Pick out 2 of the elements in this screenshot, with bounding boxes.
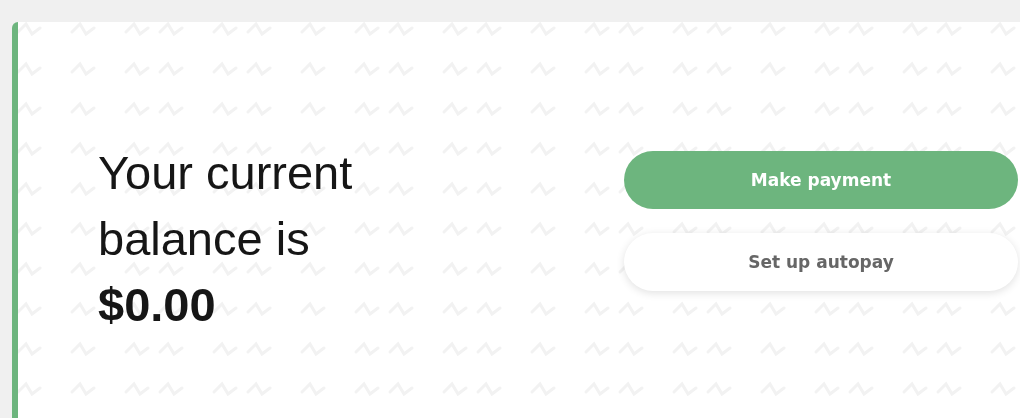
- balance-text: Your current balance is $0.00: [98, 145, 354, 333]
- autopay-button[interactable]: Set up autopay: [624, 233, 1018, 291]
